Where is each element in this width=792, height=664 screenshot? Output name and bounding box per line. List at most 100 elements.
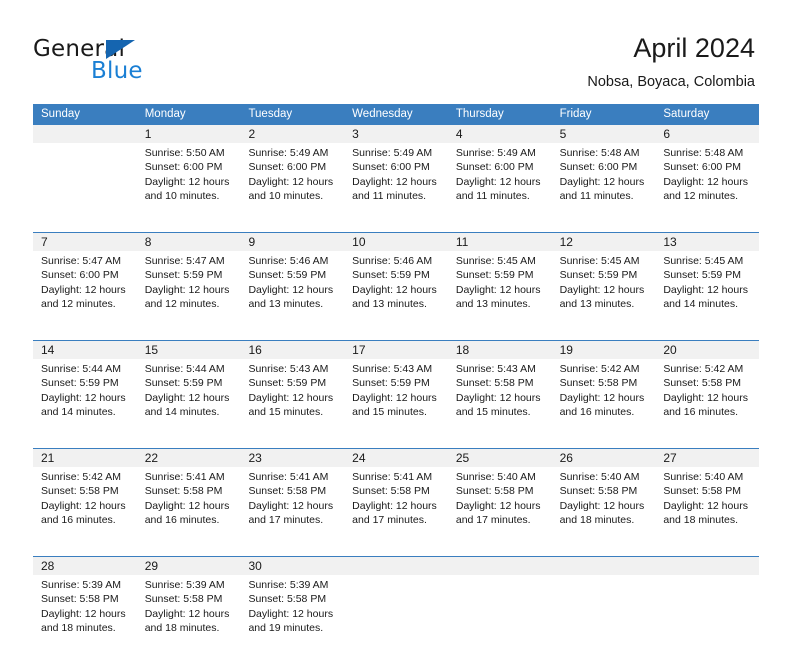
day-cell[interactable]: Sunrise: 5:48 AM Sunset: 6:00 PM Daylight:… <box>655 143 760 232</box>
sunset-line: Sunset: 5:58 PM <box>559 377 638 390</box>
day-number[interactable]: 8 <box>137 233 241 251</box>
daylight-line-1: Daylight: 12 hours <box>248 499 334 512</box>
day-cell-details: Sunrise: 5:49 AM Sunset: 6:00 PM Daylight:… <box>344 143 448 204</box>
daylight-line-1: Daylight: 12 hours <box>352 175 437 188</box>
weekday-header-thursday: Thursday <box>455 108 504 120</box>
day-cell-empty <box>33 143 137 232</box>
sunset-line: Sunset: 5:58 PM <box>455 485 534 498</box>
day-number[interactable]: 12 <box>552 233 656 251</box>
day-number[interactable]: 28 <box>33 557 137 575</box>
day-number[interactable]: 15 <box>137 341 241 359</box>
day-cell[interactable]: Sunrise: 5:43 AM Sunset: 5:59 PM Daylight:… <box>240 359 345 448</box>
day-cell-details: Sunrise: 5:49 AM Sunset: 6:00 PM Daylight:… <box>448 143 552 204</box>
day-number[interactable]: 13 <box>655 233 759 251</box>
day-cell-empty <box>655 575 760 664</box>
day-number[interactable]: 20 <box>655 341 759 359</box>
day-cell[interactable]: Sunrise: 5:46 AM Sunset: 5:59 PM Daylight:… <box>344 251 448 340</box>
day-cell[interactable]: Sunrise: 5:43 AM Sunset: 5:58 PM Daylight:… <box>447 359 552 448</box>
day-cell-details: Sunrise: 5:41 AM Sunset: 5:58 PM Daylight:… <box>137 467 241 528</box>
sunset-line: Sunset: 5:59 PM <box>248 377 327 390</box>
daylight-line-1: Daylight: 12 hours <box>248 607 334 620</box>
day-cell-details: Sunrise: 5:43 AM Sunset: 5:58 PM Daylight:… <box>448 359 552 420</box>
day-number[interactable]: 25 <box>448 449 552 467</box>
calendar-week-row: 7 8 9 10 11 12 13 Sunrise: 5:47 AM Sunset: 6:00 … <box>33 232 760 340</box>
day-cell-details: Sunrise: 5:49 AM Sunset: 6:00 PM Daylight:… <box>240 143 344 204</box>
sunset-line: Sunset: 5:58 PM <box>663 485 741 498</box>
day-cell[interactable]: Sunrise: 5:40 AM Sunset: 5:58 PM Daylight:… <box>655 467 760 556</box>
day-number[interactable]: 10 <box>344 233 448 251</box>
day-number[interactable]: 11 <box>448 233 552 251</box>
day-number[interactable]: 4 <box>448 125 552 143</box>
daylight-line-2: and 15 minutes. <box>455 406 531 419</box>
brand-logo[interactable]: General Blue <box>33 36 263 92</box>
day-number[interactable]: 17 <box>344 341 448 359</box>
day-cell[interactable]: Sunrise: 5:46 AM Sunset: 5:59 PM Daylight:… <box>240 251 345 340</box>
sunset-line: Sunset: 6:00 PM <box>559 161 638 174</box>
day-cell[interactable]: Sunrise: 5:47 AM Sunset: 5:59 PM Daylight:… <box>136 251 241 340</box>
daylight-line-1: Daylight: 12 hours <box>248 175 334 188</box>
day-cell[interactable]: Sunrise: 5:45 AM Sunset: 5:59 PM Daylight:… <box>655 251 760 340</box>
day-number[interactable]: 1 <box>137 125 241 143</box>
day-cell[interactable]: Sunrise: 5:44 AM Sunset: 5:59 PM Daylight:… <box>136 359 241 448</box>
day-cell-details: Sunrise: 5:42 AM Sunset: 5:58 PM Daylight:… <box>33 467 137 528</box>
day-cell[interactable]: Sunrise: 5:42 AM Sunset: 5:58 PM Daylight:… <box>655 359 760 448</box>
daylight-line-2: and 13 minutes. <box>352 298 427 311</box>
day-number[interactable]: 2 <box>240 125 344 143</box>
day-cell[interactable]: Sunrise: 5:41 AM Sunset: 5:58 PM Daylight:… <box>344 467 448 556</box>
day-number[interactable]: 26 <box>552 449 656 467</box>
daylight-line-2: and 13 minutes. <box>455 298 531 311</box>
day-cell-details: Sunrise: 5:43 AM Sunset: 5:59 PM Daylight:… <box>240 359 344 420</box>
daylight-line-1: Daylight: 12 hours <box>41 283 126 296</box>
daylight-line-1: Daylight: 12 hours <box>144 283 230 296</box>
daylight-line-1: Daylight: 12 hours <box>144 175 230 188</box>
day-cell[interactable]: Sunrise: 5:40 AM Sunset: 5:58 PM Daylight:… <box>551 467 656 556</box>
sunrise-line: Sunrise: 5:42 AM <box>559 363 640 375</box>
day-cell[interactable]: Sunrise: 5:50 AM Sunset: 6:00 PM Daylight:… <box>136 143 241 232</box>
day-cell[interactable]: Sunrise: 5:49 AM Sunset: 6:00 PM Daylight:… <box>344 143 448 232</box>
day-number[interactable]: 19 <box>552 341 656 359</box>
day-cell[interactable]: Sunrise: 5:39 AM Sunset: 5:58 PM Daylight:… <box>136 575 241 664</box>
day-cell[interactable]: Sunrise: 5:48 AM Sunset: 6:00 PM Daylight:… <box>551 143 656 232</box>
day-number[interactable]: 6 <box>655 125 759 143</box>
day-cell[interactable]: Sunrise: 5:42 AM Sunset: 5:58 PM Daylight:… <box>33 467 137 556</box>
day-number[interactable]: 14 <box>33 341 137 359</box>
day-cell[interactable]: Sunrise: 5:39 AM Sunset: 5:58 PM Daylight:… <box>240 575 345 664</box>
day-cell[interactable]: Sunrise: 5:39 AM Sunset: 5:58 PM Daylight:… <box>33 575 137 664</box>
sunset-line: Sunset: 6:00 PM <box>144 161 223 174</box>
day-cell[interactable]: Sunrise: 5:41 AM Sunset: 5:58 PM Daylight:… <box>240 467 345 556</box>
day-cell[interactable]: Sunrise: 5:49 AM Sunset: 6:00 PM Daylight:… <box>447 143 552 232</box>
day-number[interactable]: 9 <box>240 233 344 251</box>
day-cell[interactable]: Sunrise: 5:49 AM Sunset: 6:00 PM Daylight:… <box>240 143 345 232</box>
day-number[interactable]: 5 <box>552 125 656 143</box>
page-title: April 2024 <box>633 33 755 63</box>
day-number[interactable]: 22 <box>137 449 241 467</box>
day-cell-details: Sunrise: 5:46 AM Sunset: 5:59 PM Daylight:… <box>344 251 448 312</box>
day-number-strip: 14 15 16 17 18 19 20 <box>33 341 759 359</box>
day-number[interactable]: 7 <box>33 233 137 251</box>
day-number[interactable]: 21 <box>33 449 137 467</box>
day-cell[interactable]: Sunrise: 5:45 AM Sunset: 5:59 PM Daylight:… <box>447 251 552 340</box>
calendar-week-row: 21 22 23 24 25 26 27 Sunrise: 5:42 AM Sunset: 5:… <box>33 448 760 556</box>
sunrise-line: Sunrise: 5:47 AM <box>144 255 225 267</box>
day-number[interactable]: 3 <box>344 125 448 143</box>
day-number[interactable]: 24 <box>344 449 448 467</box>
day-cell[interactable]: Sunrise: 5:44 AM Sunset: 5:59 PM Daylight:… <box>33 359 137 448</box>
day-cell[interactable]: Sunrise: 5:40 AM Sunset: 5:58 PM Daylight:… <box>447 467 552 556</box>
day-number[interactable]: 18 <box>448 341 552 359</box>
day-number[interactable]: 16 <box>240 341 344 359</box>
sunset-line: Sunset: 5:58 PM <box>144 593 223 606</box>
day-cell[interactable]: Sunrise: 5:41 AM Sunset: 5:58 PM Daylight:… <box>136 467 241 556</box>
daylight-line-1: Daylight: 12 hours <box>455 391 541 404</box>
day-cell[interactable]: Sunrise: 5:47 AM Sunset: 6:00 PM Daylight:… <box>33 251 137 340</box>
day-number[interactable]: 29 <box>137 557 241 575</box>
day-number[interactable]: 27 <box>655 449 759 467</box>
day-cell[interactable]: Sunrise: 5:43 AM Sunset: 5:59 PM Daylight:… <box>344 359 448 448</box>
daylight-line-2: and 12 minutes. <box>41 298 116 311</box>
day-cell[interactable]: Sunrise: 5:45 AM Sunset: 5:59 PM Daylight:… <box>551 251 656 340</box>
day-number[interactable]: 30 <box>240 557 344 575</box>
day-cell[interactable]: Sunrise: 5:42 AM Sunset: 5:58 PM Daylight:… <box>551 359 656 448</box>
sunset-line: Sunset: 5:59 PM <box>248 269 327 282</box>
day-number[interactable]: 23 <box>240 449 344 467</box>
daylight-line-2: and 12 minutes. <box>663 190 739 203</box>
daylight-line-1: Daylight: 12 hours <box>663 283 748 296</box>
